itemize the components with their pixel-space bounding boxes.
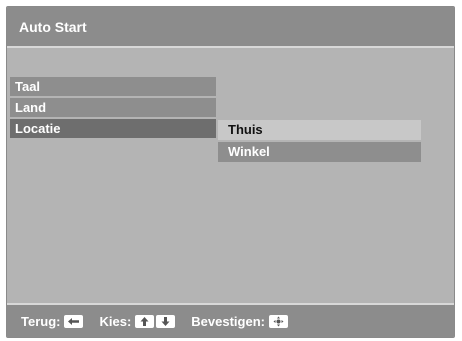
footer-hints: Terug: Kies: Bevestigen: [21,314,304,329]
hint-back: Terug: [21,314,85,329]
hint-select: Kies: [99,314,177,329]
arrow-left-key-icon [64,315,84,328]
main-menu: Taal Land Locatie [10,77,216,140]
select-hint-label: Kies: [99,314,132,329]
menu-item-land[interactable]: Land [10,98,216,117]
submenu-item-winkel[interactable]: Winkel [218,142,421,162]
arrow-down-key-icon [156,315,176,328]
auto-start-screen: Auto Start Taal Land Locatie Thuis Winke… [6,6,455,338]
hint-confirm: Bevestigen: [191,314,290,329]
footer-hint-bar: Terug: Kies: Bevestigen: [7,303,454,337]
header-bar: Auto Start [7,7,454,48]
confirm-hint-label: Bevestigen: [191,314,265,329]
menu-item-taal[interactable]: Taal [10,77,216,96]
page-title: Auto Start [19,19,87,35]
location-submenu: Thuis Winkel [218,120,421,164]
dpad-ok-key-icon [268,315,288,328]
arrow-up-key-icon [135,315,155,328]
back-hint-label: Terug: [21,314,61,329]
submenu-item-thuis[interactable]: Thuis [218,120,421,140]
menu-item-locatie[interactable]: Locatie [10,119,216,138]
